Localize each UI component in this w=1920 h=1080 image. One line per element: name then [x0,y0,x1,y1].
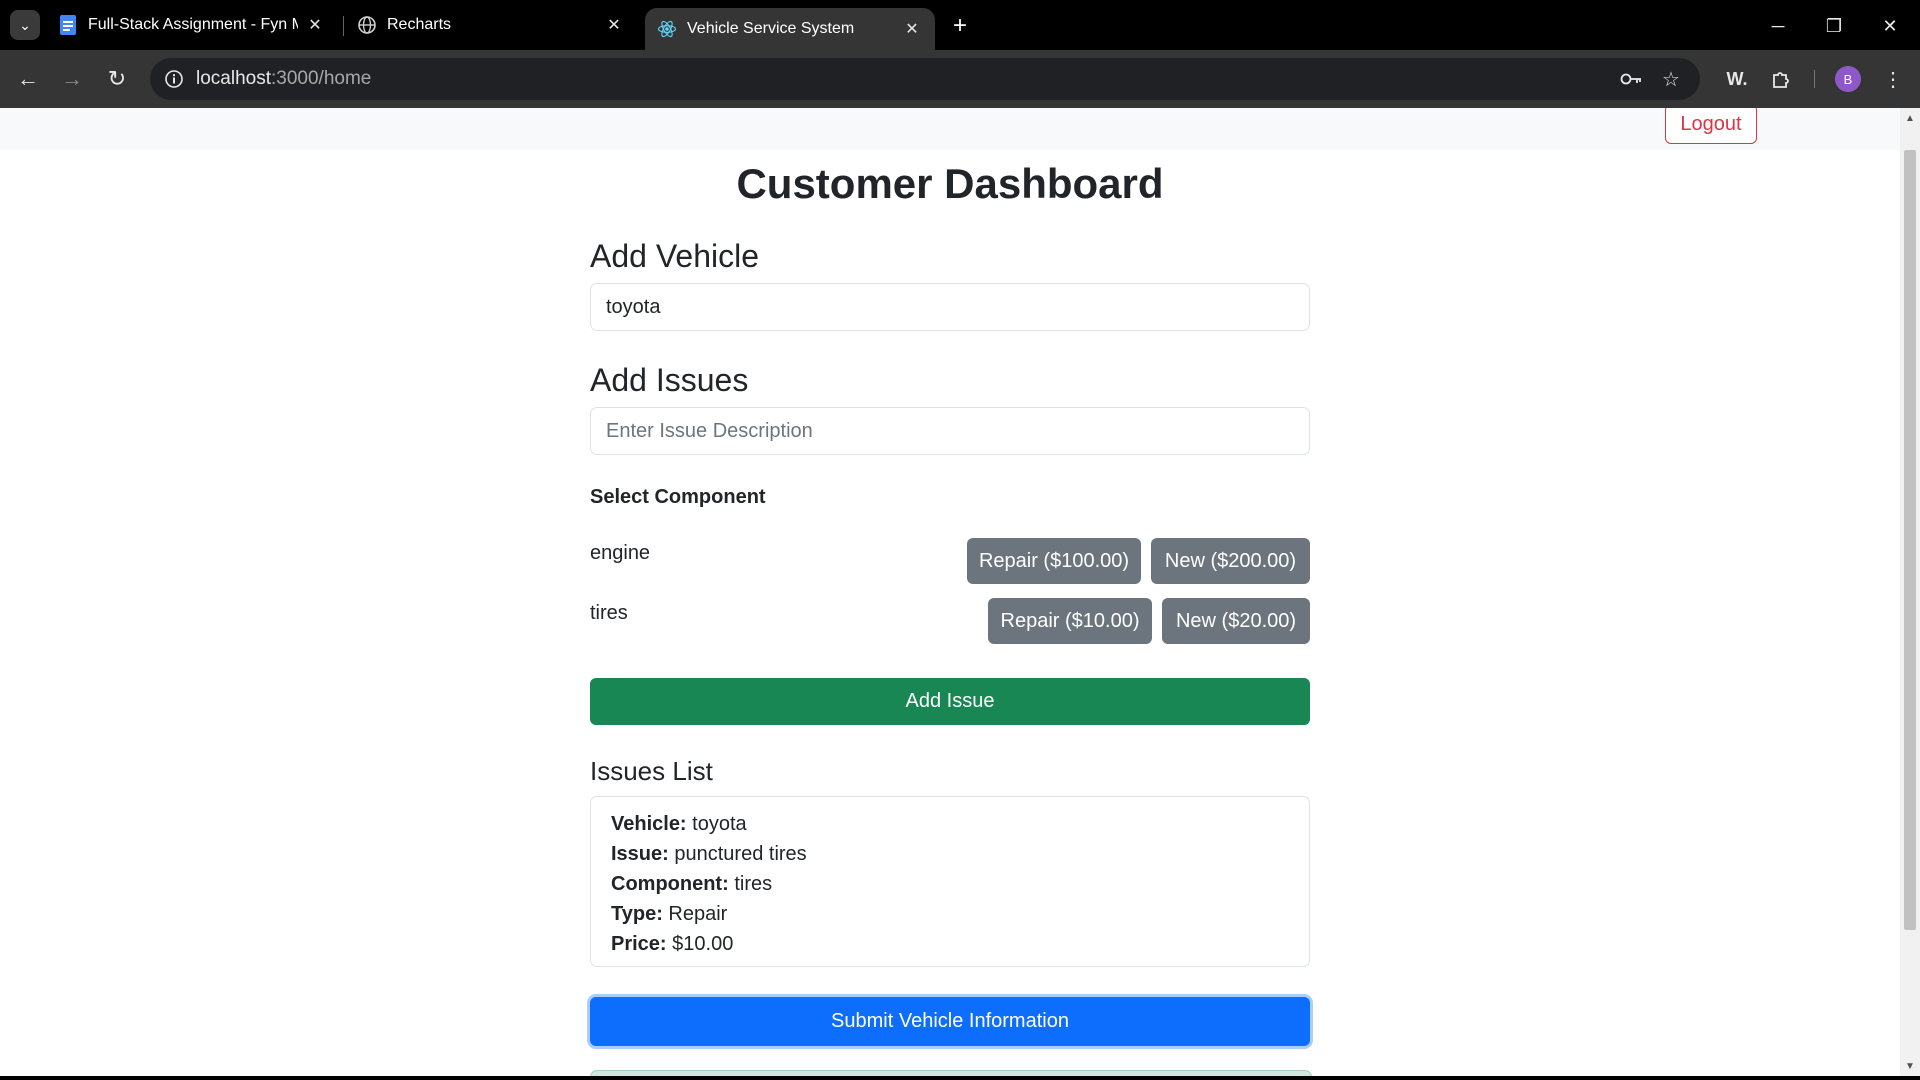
restore-icon[interactable]: ❐ [1814,12,1854,40]
partially-visible-alert [590,1070,1312,1076]
tab-full-stack-assignment[interactable]: Full-Stack Assignment - Fyn Mo ✕ [58,8,338,42]
page-scrollbar[interactable]: ▲ ▼ [1900,108,1920,1076]
issue-type-key: Type: [611,903,663,925]
issue-description-key: Issue: [611,843,669,865]
issue-price-key: Price: [611,933,667,955]
tab-title: Full-Stack Assignment - Fyn Mo [88,16,298,33]
tires-repair-button[interactable]: Repair ($10.00) [988,598,1152,644]
scroll-up-icon[interactable]: ▲ [1904,112,1916,124]
password-key-icon[interactable] [1618,66,1644,92]
tab-separator [343,16,344,36]
tab-vehicle-service-system[interactable]: Vehicle Service System ✕ [645,8,935,50]
issue-component-row: Component: tires [611,869,1289,899]
address-bar[interactable]: localhost:3000/home ☆ [150,58,1700,100]
extension-w-button[interactable]: W. [1722,64,1752,94]
issue-price-row: Price: $10.00 [611,929,1289,959]
add-issue-button[interactable]: Add Issue [590,678,1310,725]
close-window-icon[interactable]: ✕ [1870,12,1910,40]
back-icon[interactable]: ← [12,63,44,95]
bookmark-star-icon[interactable]: ☆ [1658,66,1684,92]
issue-component-value: tires [734,873,773,895]
engine-new-button[interactable]: New ($200.00) [1151,538,1310,584]
browser-titlebar: ⌄ Full-Stack Assignment - Fyn Mo ✕ Recha… [0,0,1920,50]
tab-title: Vehicle Service System [687,20,855,37]
browser-toolbar: ← → ↻ localhost:3000/home ☆ W. B ⋮ [0,50,1920,108]
app-navbar: Logout [0,108,1900,150]
url-text[interactable]: localhost:3000/home [196,68,371,90]
tab-recharts[interactable]: Recharts ✕ [357,8,637,42]
component-name-engine: engine [590,542,651,564]
issue-vehicle-row: Vehicle: toyota [611,809,1289,839]
docs-icon [58,15,78,35]
issue-description-value: punctured tires [674,843,807,865]
issue-card: Vehicle: toyota Issue: punctured tires C… [590,796,1310,967]
close-icon[interactable]: ✕ [304,14,326,36]
issue-price-value: $10.00 [672,933,734,955]
close-icon[interactable]: ✕ [901,18,923,40]
issue-vehicle-key: Vehicle: [611,813,687,835]
minimize-icon[interactable]: ─ [1758,12,1798,40]
scrollbar-thumb[interactable] [1904,150,1916,930]
component-name-tires: tires [590,602,628,624]
issues-list-heading: Issues List [590,756,713,786]
add-vehicle-heading: Add Vehicle [590,238,760,274]
url-host: localhost [196,68,271,89]
forward-icon[interactable]: → [56,63,88,95]
reload-icon[interactable]: ↻ [101,63,133,95]
tab-title: Recharts [387,16,452,33]
issue-type-value: Repair [668,903,728,925]
site-info-icon[interactable] [162,67,186,91]
issue-vehicle-value: toyota [692,813,747,835]
page-title: Customer Dashboard [736,160,1164,207]
issue-description-input[interactable]: Enter Issue Description [590,407,1310,455]
page-viewport: Logout Customer Dashboard Add Vehicle to… [0,108,1900,1076]
select-component-label: Select Component [590,486,766,508]
extensions-puzzle-icon[interactable] [1766,64,1796,94]
issue-description-row: Issue: punctured tires [611,839,1289,869]
vehicle-name-input[interactable]: toyota [590,283,1310,331]
url-path: :3000/home [271,68,372,89]
issue-component-key: Component: [611,873,729,895]
add-issues-heading: Add Issues [590,362,749,398]
globe-icon [357,15,377,35]
new-tab-button[interactable]: + [946,12,974,40]
close-icon[interactable]: ✕ [603,14,625,36]
scroll-down-icon[interactable]: ▼ [1904,1060,1916,1072]
engine-repair-button[interactable]: Repair ($100.00) [967,538,1141,584]
tab-search-button[interactable]: ⌄ [10,10,40,40]
logout-button[interactable]: Logout [1665,108,1757,144]
react-icon [657,19,677,39]
issue-type-row: Type: Repair [611,899,1289,929]
more-menu-icon[interactable]: ⋮ [1878,64,1908,94]
profile-avatar[interactable]: B [1835,66,1861,92]
submit-vehicle-button[interactable]: Submit Vehicle Information [590,997,1310,1046]
toolbar-divider [1814,70,1815,88]
tires-new-button[interactable]: New ($20.00) [1162,598,1310,644]
